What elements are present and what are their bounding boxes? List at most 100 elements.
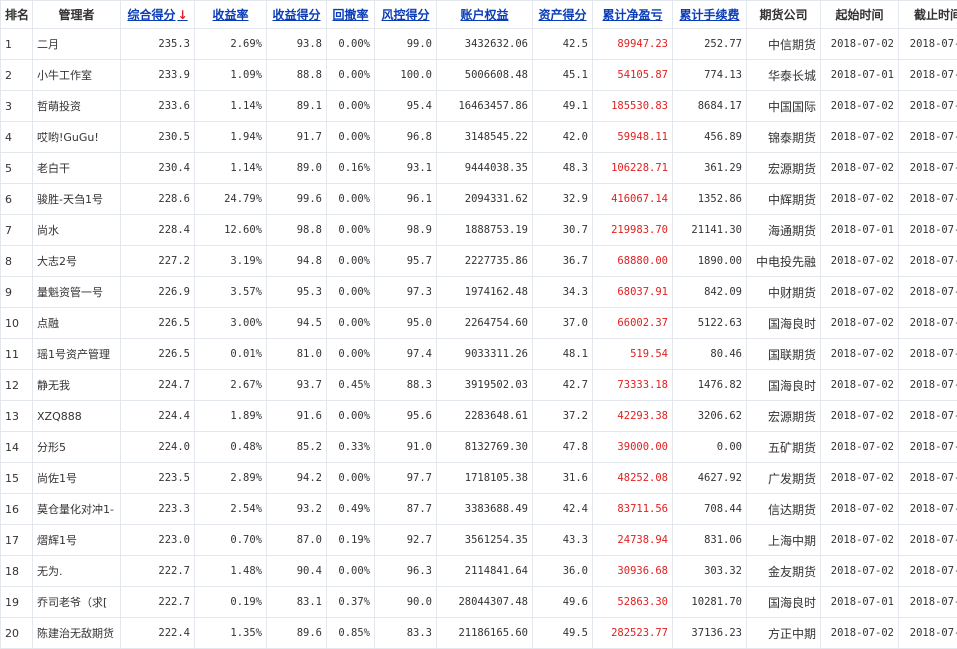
cell-net-profit: 59948.11 (593, 122, 673, 153)
cell-end-time: 2018-07-04 (899, 184, 957, 215)
cell-asset-score: 43.3 (533, 525, 593, 556)
cell-composite-score: 224.7 (121, 370, 195, 401)
header-composite-score[interactable]: 综合得分↓ (121, 1, 195, 29)
cell-manager: 尚水 (33, 215, 121, 246)
cell-company: 锦泰期货 (747, 122, 821, 153)
cell-net-profit: 39000.00 (593, 432, 673, 463)
cell-asset-score: 36.0 (533, 556, 593, 587)
cell-return-rate: 0.19% (195, 587, 267, 618)
cell-risk-score: 99.0 (375, 29, 437, 60)
cell-return-score: 93.8 (267, 29, 327, 60)
cell-manager: 二月 (33, 29, 121, 60)
cell-fees: 4627.92 (673, 463, 747, 494)
cell-fees: 831.06 (673, 525, 747, 556)
cell-return-score: 83.1 (267, 587, 327, 618)
cell-rank: 2 (1, 60, 33, 91)
cell-start-time: 2018-07-02 (821, 277, 899, 308)
cell-company: 宏源期货 (747, 153, 821, 184)
table-row: 5老白干230.41.14%89.00.16%93.19444038.3548.… (1, 153, 957, 184)
table-row: 2小牛工作室233.91.09%88.80.00%100.05006608.48… (1, 60, 957, 91)
header-return-rate[interactable]: 收益率 (195, 1, 267, 29)
cell-net-profit: 24738.94 (593, 525, 673, 556)
cell-start-time: 2018-07-02 (821, 556, 899, 587)
sort-desc-arrow-icon: ↓ (177, 8, 187, 22)
header-asset-score[interactable]: 资产得分 (533, 1, 593, 29)
cell-start-time: 2018-07-02 (821, 339, 899, 370)
cell-equity: 1718105.38 (437, 463, 533, 494)
cell-return-rate: 1.94% (195, 122, 267, 153)
cell-end-time: 2018-07-04 (899, 525, 957, 556)
cell-company: 国海良时 (747, 587, 821, 618)
cell-drawdown: 0.37% (327, 587, 375, 618)
cell-drawdown: 0.00% (327, 463, 375, 494)
table-row: 4哎哟!GuGu!230.51.94%91.70.00%96.83148545.… (1, 122, 957, 153)
cell-asset-score: 42.4 (533, 494, 593, 525)
cell-risk-score: 98.9 (375, 215, 437, 246)
header-company: 期货公司 (747, 1, 821, 29)
cell-rank: 4 (1, 122, 33, 153)
cell-risk-score: 95.6 (375, 401, 437, 432)
cell-composite-score: 224.4 (121, 401, 195, 432)
header-net-profit[interactable]: 累计净盈亏 (593, 1, 673, 29)
cell-return-score: 81.0 (267, 339, 327, 370)
cell-equity: 3383688.49 (437, 494, 533, 525)
cell-return-score: 88.8 (267, 60, 327, 91)
cell-risk-score: 83.3 (375, 618, 437, 649)
cell-rank: 12 (1, 370, 33, 401)
cell-drawdown: 0.00% (327, 184, 375, 215)
table-row: 8大志2号227.23.19%94.80.00%95.72227735.8636… (1, 246, 957, 277)
cell-equity: 21186165.60 (437, 618, 533, 649)
table-row: 15尚佐1号223.52.89%94.20.00%97.71718105.383… (1, 463, 957, 494)
table-row: 7尚水228.412.60%98.80.00%98.91888753.1930.… (1, 215, 957, 246)
cell-manager: 无为. (33, 556, 121, 587)
cell-asset-score: 30.7 (533, 215, 593, 246)
cell-net-profit: 68037.91 (593, 277, 673, 308)
header-equity[interactable]: 账户权益 (437, 1, 533, 29)
cell-return-score: 94.2 (267, 463, 327, 494)
cell-fees: 842.09 (673, 277, 747, 308)
cell-equity: 3561254.35 (437, 525, 533, 556)
table-row: 13XZQ888224.41.89%91.60.00%95.62283648.6… (1, 401, 957, 432)
cell-return-score: 94.8 (267, 246, 327, 277)
cell-end-time: 2018-07-04 (899, 556, 957, 587)
table-row: 18无为.222.71.48%90.40.00%96.32114841.6436… (1, 556, 957, 587)
table-row: 6骏胜-天刍1号228.624.79%99.60.00%96.12094331.… (1, 184, 957, 215)
header-return-score[interactable]: 收益得分 (267, 1, 327, 29)
header-fees[interactable]: 累计手续费 (673, 1, 747, 29)
header-risk-score[interactable]: 风控得分 (375, 1, 437, 29)
cell-manager: 陈建治无敌期货 (33, 618, 121, 649)
cell-manager: 瑶1号资产管理 (33, 339, 121, 370)
cell-equity: 3148545.22 (437, 122, 533, 153)
table-row: 1二月235.32.69%93.80.00%99.03432632.0642.5… (1, 29, 957, 60)
cell-start-time: 2018-07-02 (821, 246, 899, 277)
cell-rank: 18 (1, 556, 33, 587)
header-drawdown[interactable]: 回撤率 (327, 1, 375, 29)
cell-end-time: 2018-07-04 (899, 401, 957, 432)
cell-drawdown: 0.00% (327, 60, 375, 91)
cell-fees: 10281.70 (673, 587, 747, 618)
cell-return-score: 95.3 (267, 277, 327, 308)
cell-risk-score: 96.3 (375, 556, 437, 587)
cell-risk-score: 93.1 (375, 153, 437, 184)
cell-fees: 0.00 (673, 432, 747, 463)
cell-net-profit: 416067.14 (593, 184, 673, 215)
cell-manager: 尚佐1号 (33, 463, 121, 494)
table-row: 10点融226.53.00%94.50.00%95.02264754.6037.… (1, 308, 957, 339)
cell-start-time: 2018-07-02 (821, 494, 899, 525)
cell-return-rate: 1.89% (195, 401, 267, 432)
cell-composite-score: 222.7 (121, 587, 195, 618)
cell-manager: 分形5 (33, 432, 121, 463)
cell-risk-score: 96.1 (375, 184, 437, 215)
cell-composite-score: 223.0 (121, 525, 195, 556)
cell-manager: XZQ888 (33, 401, 121, 432)
cell-equity: 1974162.48 (437, 277, 533, 308)
cell-asset-score: 45.1 (533, 60, 593, 91)
cell-company: 国海良时 (747, 370, 821, 401)
cell-composite-score: 228.6 (121, 184, 195, 215)
cell-return-score: 93.7 (267, 370, 327, 401)
table-row: 12静无我224.72.67%93.70.45%88.33919502.0342… (1, 370, 957, 401)
cell-fees: 37136.23 (673, 618, 747, 649)
cell-composite-score: 224.0 (121, 432, 195, 463)
cell-risk-score: 90.0 (375, 587, 437, 618)
cell-return-rate: 1.35% (195, 618, 267, 649)
